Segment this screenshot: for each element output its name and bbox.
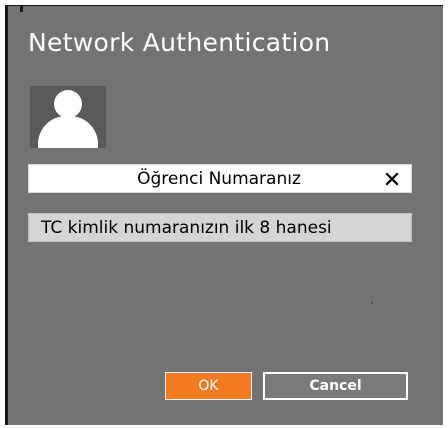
user-avatar-icon — [30, 86, 106, 148]
window-edge — [8, 6, 23, 12]
dialog-title: Network Authentication — [28, 28, 331, 57]
username-value: Öğrenci Numaranız — [137, 169, 301, 189]
avatar-head — [54, 90, 82, 118]
network-auth-dialog: Network Authentication Öğrenci Numaranız… — [5, 5, 443, 425]
ok-button[interactable]: OK — [165, 372, 252, 400]
close-icon — [385, 172, 399, 186]
decorative-dot — [371, 302, 373, 304]
avatar-body — [38, 116, 98, 148]
screen: Network Authentication Öğrenci Numaranız… — [0, 0, 448, 428]
clear-username-button[interactable] — [379, 166, 405, 192]
username-field[interactable]: Öğrenci Numaranız — [28, 164, 412, 193]
password-placeholder: TC kimlik numaranızın ilk 8 hanesi — [41, 218, 332, 238]
cancel-button[interactable]: Cancel — [263, 372, 408, 400]
password-field[interactable]: TC kimlik numaranızın ilk 8 hanesi — [28, 213, 412, 242]
